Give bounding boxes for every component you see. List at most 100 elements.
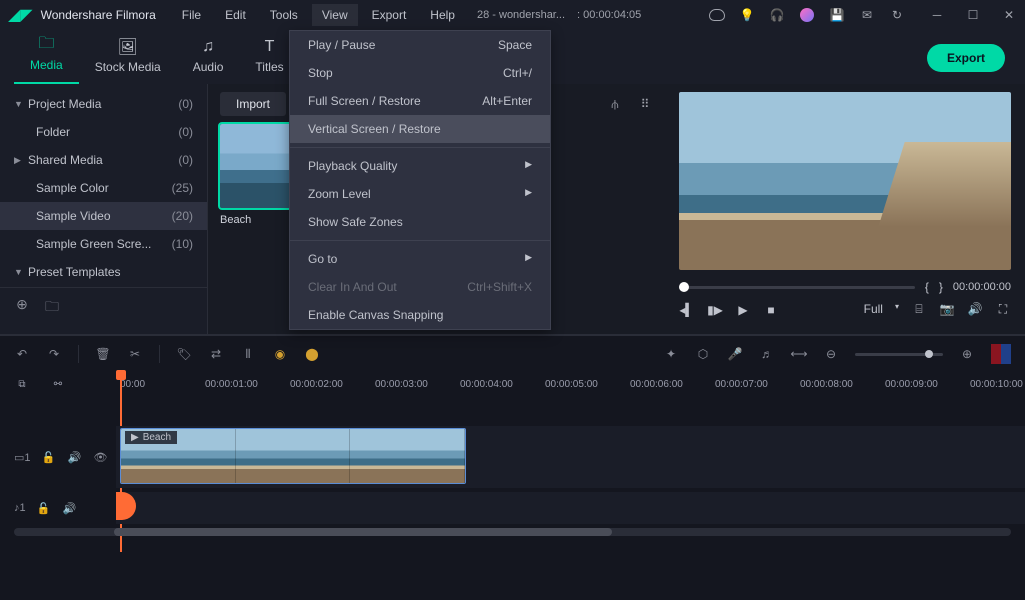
menu-view[interactable]: View bbox=[312, 4, 358, 26]
folder-icon[interactable]: 🗀 bbox=[44, 296, 60, 320]
stop-icon[interactable]: ■ bbox=[763, 303, 779, 317]
adjust-icon[interactable]: ⇄ bbox=[208, 347, 224, 361]
grid-view-icon[interactable]: ⠿ bbox=[637, 97, 653, 112]
maximize-icon[interactable]: ☐ bbox=[965, 7, 981, 23]
image-icon: 🖼 bbox=[118, 38, 138, 56]
menu-safe-zones[interactable]: Show Safe Zones bbox=[290, 208, 550, 236]
view-dropdown-menu: Play / PauseSpace StopCtrl+/ Full Screen… bbox=[289, 30, 551, 330]
sidebar-sample-video[interactable]: Sample Video(20) bbox=[0, 202, 207, 230]
mute-icon[interactable]: 🔊 bbox=[67, 451, 83, 464]
preview-viewport[interactable] bbox=[679, 92, 1011, 270]
timeline-scrollbar[interactable] bbox=[14, 528, 1011, 536]
menu-file[interactable]: File bbox=[172, 4, 211, 26]
tab-stock-media[interactable]: 🖼Stock Media bbox=[79, 32, 177, 84]
play-icon[interactable]: ▶ bbox=[735, 303, 751, 317]
menu-export[interactable]: Export bbox=[362, 4, 417, 26]
menu-goto[interactable]: Go to▶ bbox=[290, 245, 550, 273]
menu-edit[interactable]: Edit bbox=[215, 4, 256, 26]
save-icon[interactable]: 💾 bbox=[829, 7, 845, 23]
menu-clear-inout: Clear In And OutCtrl+Shift+X bbox=[290, 273, 550, 301]
cloud-icon[interactable] bbox=[709, 7, 725, 23]
music-icon: ♫ bbox=[202, 38, 214, 56]
import-button[interactable]: Import bbox=[220, 92, 286, 116]
tab-media[interactable]: 🗀Media bbox=[14, 30, 79, 84]
close-icon[interactable]: ✕ bbox=[1001, 7, 1017, 23]
zoom-out-icon[interactable]: ⊖ bbox=[823, 347, 839, 361]
menu-canvas-snapping[interactable]: Enable Canvas Snapping bbox=[290, 301, 550, 329]
filter-icon[interactable]: ⫛ bbox=[607, 97, 623, 112]
zoom-slider[interactable] bbox=[855, 353, 943, 356]
preview-timecode: 00:00:00:00 bbox=[953, 281, 1011, 293]
tips-icon[interactable]: 💡 bbox=[739, 7, 755, 23]
redo-icon[interactable]: ↷ bbox=[46, 347, 62, 361]
audio-track-badge: ♪1 bbox=[14, 502, 26, 514]
seekbar-handle[interactable] bbox=[679, 282, 689, 292]
export-button[interactable]: Export bbox=[927, 44, 1005, 72]
history-icon[interactable]: ↻ bbox=[889, 7, 905, 23]
timeline-ruler[interactable]: ⧉ ⚯ 00:00 00:00:01:00 00:00:02:00 00:00:… bbox=[0, 372, 1025, 396]
preview-seekbar[interactable] bbox=[679, 286, 915, 289]
sidebar-sample-green[interactable]: Sample Green Scre...(10) bbox=[0, 230, 207, 258]
titlebar: ◢◤ Wondershare Filmora File Edit Tools V… bbox=[0, 0, 1025, 30]
audio-track-lane[interactable] bbox=[116, 492, 1025, 524]
menu-tools[interactable]: Tools bbox=[260, 4, 308, 26]
menu-zoom-level[interactable]: Zoom Level▶ bbox=[290, 180, 550, 208]
account-icon[interactable] bbox=[799, 7, 815, 23]
sidebar-project-media[interactable]: ▼Project Media(0) bbox=[0, 90, 207, 118]
support-icon[interactable]: 🎧 bbox=[769, 7, 785, 23]
shield-icon[interactable]: ⬡ bbox=[695, 347, 711, 361]
menu-playback-quality[interactable]: Playback Quality▶ bbox=[290, 152, 550, 180]
snapshot-icon[interactable]: 📷 bbox=[939, 302, 955, 317]
mic-icon[interactable]: 🎤 bbox=[727, 347, 743, 361]
new-folder-icon[interactable]: ⊕ bbox=[14, 296, 30, 320]
sidebar-shared-media[interactable]: ▶Shared Media(0) bbox=[0, 146, 207, 174]
mixer-icon[interactable]: ♬ bbox=[759, 347, 775, 361]
tab-audio[interactable]: ♫Audio bbox=[177, 32, 240, 84]
menu-vertical-screen[interactable]: Vertical Screen / Restore bbox=[290, 115, 550, 143]
clip-beach[interactable]: ▶Beach bbox=[120, 428, 466, 484]
timeline-tracks: ▭1 🔓 🔊 👁 ▶Beach ♪1 🔓 🔊 bbox=[0, 396, 1025, 600]
link-icon[interactable]: ⚯ bbox=[50, 379, 66, 390]
sidebar-folder[interactable]: Folder(0) bbox=[0, 118, 207, 146]
zoom-in-icon[interactable]: ⊕ bbox=[959, 347, 975, 361]
minimize-icon[interactable]: ─ bbox=[929, 7, 945, 23]
sidebar-preset-templates[interactable]: ▼Preset Templates bbox=[0, 258, 207, 286]
lock-icon[interactable]: 🔓 bbox=[36, 502, 52, 515]
speed-icon[interactable]: ◉ bbox=[272, 347, 288, 361]
app-logo-icon: ◢◤ bbox=[8, 5, 33, 25]
menu-play-pause[interactable]: Play / PauseSpace bbox=[290, 31, 550, 59]
cut-icon[interactable]: ✂ bbox=[127, 347, 143, 361]
menu-stop[interactable]: StopCtrl+/ bbox=[290, 59, 550, 87]
mark-in-bracket[interactable]: { bbox=[925, 280, 929, 294]
text-icon: T bbox=[265, 38, 275, 56]
video-track-lane[interactable]: ▶Beach bbox=[116, 426, 1025, 488]
timeline-toolbar: ↶ ↷ 🗑 ✂ 🏷 ⇄ ⫴ ◉ ⬤ ✦ ⬡ 🎤 ♬ ⟷ ⊖ ⊕ bbox=[0, 336, 1025, 372]
visibility-icon[interactable]: 👁 bbox=[93, 451, 109, 464]
prev-frame-icon[interactable]: ◂▍ bbox=[679, 303, 695, 317]
equalizer-icon[interactable]: ⫴ bbox=[240, 347, 256, 362]
tag-icon[interactable]: 🏷 bbox=[176, 347, 192, 361]
audio-marker[interactable] bbox=[116, 492, 136, 520]
app-title: Wondershare Filmora bbox=[41, 8, 156, 22]
step-back-icon[interactable]: ▮▶ bbox=[707, 303, 723, 317]
menu-help[interactable]: Help bbox=[420, 4, 465, 26]
quality-label[interactable]: Full bbox=[864, 302, 883, 317]
mail-icon[interactable]: ✉ bbox=[859, 7, 875, 23]
sidebar-sample-color[interactable]: Sample Color(25) bbox=[0, 174, 207, 202]
mute-icon[interactable]: 🔊 bbox=[62, 502, 78, 515]
folder-icon: 🗀 bbox=[38, 36, 54, 54]
display-icon[interactable]: ⌸ bbox=[911, 302, 927, 317]
marker-icon[interactable]: ✦ bbox=[663, 347, 679, 361]
lock-icon[interactable]: 🔓 bbox=[41, 451, 57, 464]
track-manager-icon[interactable]: ⧉ bbox=[14, 379, 30, 390]
menu-fullscreen[interactable]: Full Screen / RestoreAlt+Enter bbox=[290, 87, 550, 115]
scopes-icon[interactable] bbox=[991, 344, 1011, 364]
delete-icon[interactable]: 🗑 bbox=[95, 347, 111, 361]
undo-icon[interactable]: ↶ bbox=[14, 347, 30, 361]
volume-icon[interactable]: 🔊 bbox=[967, 302, 983, 317]
expand-icon[interactable]: ⛶ bbox=[995, 302, 1011, 317]
timeline-panel: ↶ ↷ 🗑 ✂ 🏷 ⇄ ⫴ ◉ ⬤ ✦ ⬡ 🎤 ♬ ⟷ ⊖ ⊕ ⧉ ⚯ 00:0… bbox=[0, 334, 1025, 600]
mark-out-bracket[interactable]: } bbox=[939, 280, 943, 294]
color-icon[interactable]: ⬤ bbox=[304, 347, 320, 361]
fit-icon[interactable]: ⟷ bbox=[791, 347, 807, 361]
